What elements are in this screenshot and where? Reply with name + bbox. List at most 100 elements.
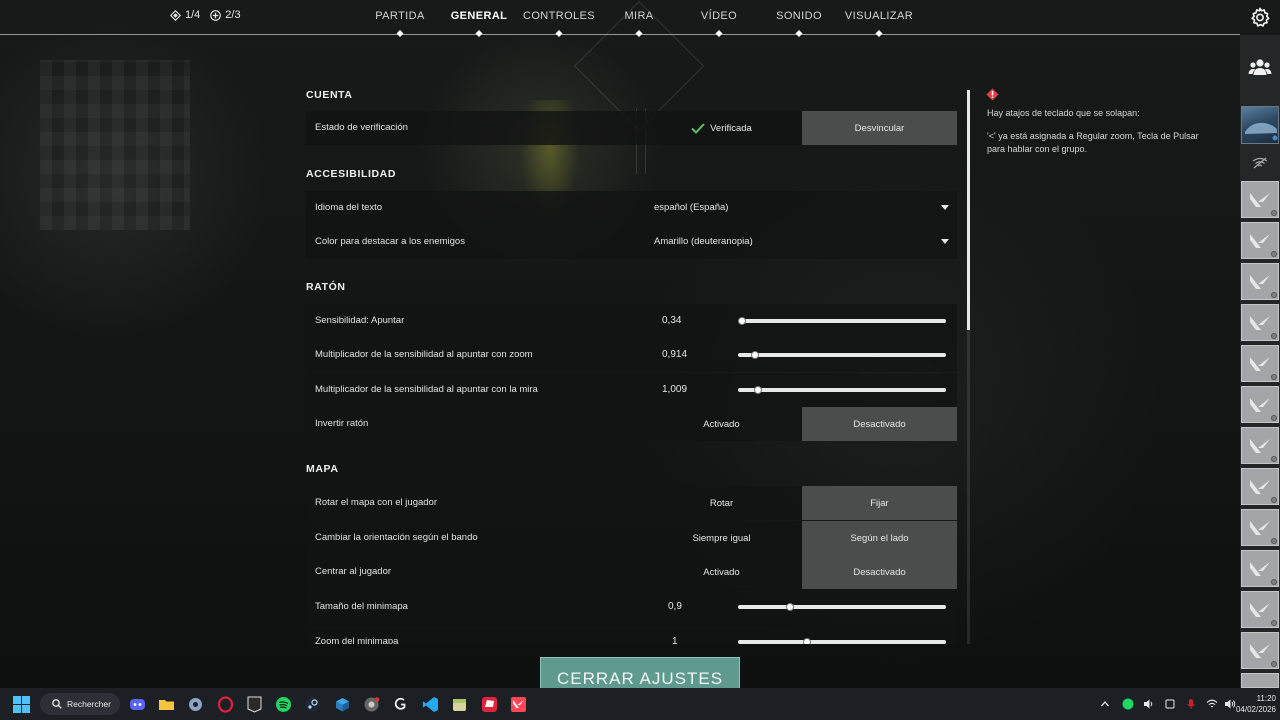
scope-multiplier-slider[interactable] — [738, 386, 946, 394]
zoom-multiplier-slider[interactable] — [738, 351, 946, 359]
fixed-option[interactable]: Fijar — [802, 486, 957, 520]
valorant-app[interactable] — [508, 694, 528, 714]
browser-icon — [364, 696, 379, 711]
minimap-zoom-slider[interactable] — [738, 638, 946, 644]
tab-sonido[interactable]: SONIDO — [776, 10, 822, 22]
taskbar-clock[interactable]: 11:20 04/02/2026 — [1222, 693, 1276, 715]
friend-avatar[interactable] — [1241, 304, 1279, 341]
friends-button[interactable] — [1240, 46, 1280, 88]
plus-circle-icon — [210, 9, 222, 21]
rotate-option[interactable]: Rotar — [644, 486, 799, 520]
valorant-logo-icon — [1250, 192, 1270, 207]
start-button[interactable] — [11, 694, 31, 714]
status-dot — [1271, 661, 1277, 667]
scrollbar-thumb[interactable] — [967, 90, 970, 330]
sensitivity-slider[interactable] — [738, 317, 946, 325]
steam-app[interactable] — [302, 694, 322, 714]
scope-multiplier-value[interactable]: 1,009 — [662, 384, 692, 395]
tab-general[interactable]: GENERAL — [451, 10, 508, 22]
zoom-multiplier-value[interactable]: 0,914 — [662, 349, 692, 360]
language-dropdown[interactable]: español (España) — [644, 191, 957, 225]
riot-client-app[interactable] — [479, 694, 499, 714]
g-app[interactable] — [390, 694, 410, 714]
unlink-button[interactable]: Desvincular — [802, 111, 957, 145]
tab-mira[interactable]: MIRA — [624, 10, 653, 22]
discord-app[interactable] — [127, 694, 147, 714]
cube-app[interactable] — [332, 694, 352, 714]
friend-avatar[interactable] — [1241, 591, 1279, 628]
section-title-accesibilidad: ACCESIBILIDAD — [306, 168, 397, 180]
friend-avatar[interactable] — [1241, 468, 1279, 505]
center-off-option[interactable]: Desactivado — [802, 555, 957, 589]
slider-thumb[interactable] — [738, 317, 747, 325]
opera-app[interactable] — [215, 694, 235, 714]
invert-on-option[interactable]: Activado — [644, 407, 799, 441]
minimap-size-label: Tamaño del minimapa — [315, 601, 408, 612]
friend-avatar[interactable] — [1241, 550, 1279, 587]
g-hub-icon — [394, 697, 405, 710]
chevron-up-icon[interactable] — [1100, 699, 1110, 709]
minimap-zoom-value[interactable]: 1 — [672, 636, 702, 644]
friend-avatar[interactable] — [1241, 222, 1279, 259]
friend-avatar[interactable] — [1241, 673, 1279, 688]
tab-partida[interactable]: PARTIDA — [375, 10, 424, 22]
microphone-icon[interactable] — [1185, 698, 1197, 710]
rotate-map-label: Rotar el mapa con el jugador — [315, 497, 437, 508]
slider-thumb[interactable] — [786, 603, 794, 611]
status-dot — [1271, 538, 1277, 544]
center-on-option[interactable]: Activado — [644, 555, 799, 589]
valorant-logo-icon — [1250, 315, 1270, 330]
friend-avatar[interactable] — [1241, 345, 1279, 382]
settings-app[interactable] — [185, 694, 205, 714]
minimap-size-value[interactable]: 0,9 — [668, 601, 698, 612]
status-dot — [1271, 210, 1277, 216]
status-dot — [1271, 415, 1277, 421]
tab-controles[interactable]: CONTROLES — [523, 10, 595, 22]
settings-scrollbar[interactable] — [967, 90, 970, 644]
speaker-icon[interactable] — [1143, 698, 1155, 710]
enemy-color-dropdown[interactable]: Amarillo (deuteranopia) — [644, 225, 957, 259]
package-app[interactable] — [449, 694, 469, 714]
tab-visualizar[interactable]: VISUALIZAR — [845, 10, 913, 22]
wifi-off-icon — [1252, 157, 1268, 169]
slider-thumb[interactable] — [753, 386, 762, 394]
sensitivity-value[interactable]: 0,34 — [662, 315, 692, 326]
slider-thumb[interactable] — [802, 638, 811, 644]
minimap-size-slider[interactable] — [738, 603, 946, 611]
slider-thumb[interactable] — [750, 351, 759, 359]
friend-avatar[interactable] — [1241, 509, 1279, 546]
friend-avatar[interactable] — [1241, 632, 1279, 669]
tab-video[interactable]: VÍDEO — [701, 10, 737, 22]
keybind-warning: Hay atajos de teclado que se solapan: '<… — [986, 88, 1216, 154]
player-card-avatar[interactable] — [1241, 106, 1279, 144]
friend-avatar[interactable] — [1241, 263, 1279, 300]
cog-app-icon — [188, 697, 202, 711]
device-icon[interactable] — [1164, 698, 1176, 710]
friend-avatar[interactable] — [1241, 181, 1279, 218]
counter-right: 2/3 — [210, 9, 241, 21]
taskbar-search[interactable]: Rechercher — [40, 693, 120, 715]
vscode-app[interactable] — [420, 694, 440, 714]
epic-games-app[interactable] — [244, 694, 264, 714]
friends-icon — [1248, 59, 1272, 75]
valorant-logo-icon — [1250, 602, 1270, 617]
invert-off-option[interactable]: Desactivado — [802, 407, 957, 441]
valorant-icon — [510, 696, 526, 712]
friend-avatar[interactable] — [1241, 386, 1279, 423]
friend-avatar[interactable] — [1241, 427, 1279, 464]
package-icon — [452, 698, 466, 711]
gear-icon[interactable] — [1249, 6, 1271, 28]
row-scope-multiplier: Multiplicador de la sensibilidad al apun… — [306, 373, 957, 407]
status-dot — [1271, 497, 1277, 503]
clock-time: 11:20 — [1256, 694, 1276, 703]
spotify-tray-icon[interactable] — [1122, 698, 1134, 710]
wifi-icon[interactable] — [1206, 698, 1218, 710]
chrome-app[interactable] — [361, 694, 381, 714]
file-explorer-app[interactable] — [156, 694, 176, 714]
epic-games-icon — [247, 696, 261, 713]
cube-icon — [335, 697, 349, 711]
car-icon — [1245, 122, 1278, 141]
always-same-option[interactable]: Siempre igual — [644, 521, 799, 555]
by-side-option[interactable]: Según el lado — [802, 521, 957, 555]
spotify-app[interactable] — [273, 694, 293, 714]
